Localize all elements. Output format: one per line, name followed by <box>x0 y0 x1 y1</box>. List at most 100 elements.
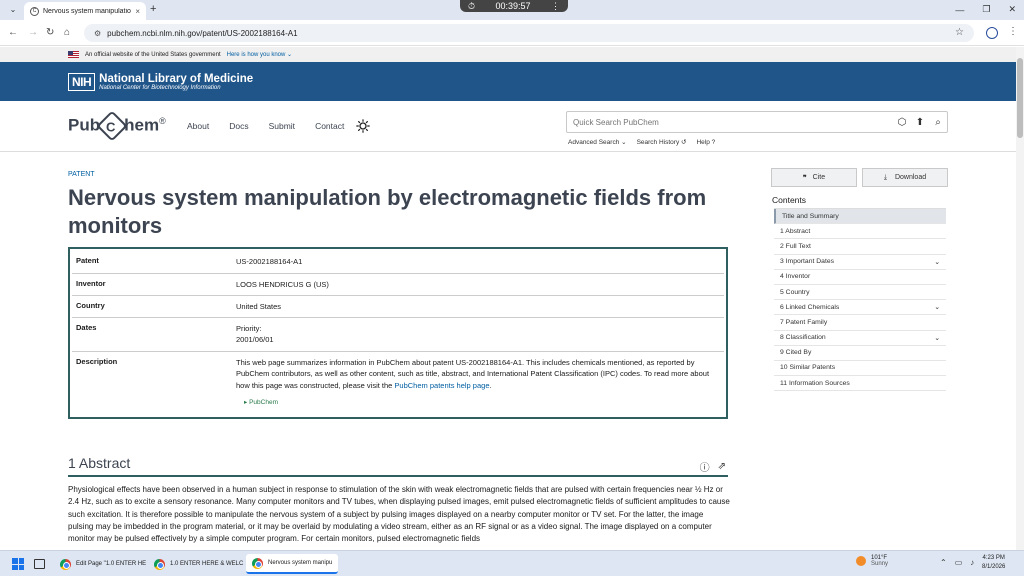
toc-inventor[interactable]: 4 Inventor <box>774 270 946 285</box>
url-bar[interactable]: ⚙ pubchem.ncbi.nlm.nih.gov/patent/US-200… <box>84 24 974 42</box>
browser-tab-bar: ⌄ C Nervous system manipulation b × + ⏱ … <box>0 0 1024 20</box>
search-history-link[interactable]: Search History ↺ <box>637 138 687 146</box>
page-title: Nervous system manipulation by electroma… <box>68 185 707 238</box>
us-flag-icon <box>68 51 79 58</box>
new-tab-button[interactable]: + <box>150 3 156 15</box>
toc-similar-patents[interactable]: 10 Similar Patents <box>774 361 946 377</box>
nlm-header: NIH National Library of Medicine Nationa… <box>0 62 1016 101</box>
weather-widget[interactable]: 101°F Sunny <box>856 555 888 567</box>
nav-about[interactable]: About <box>187 121 209 131</box>
row-key: Dates <box>76 322 97 332</box>
taskbar-chrome-window-1[interactable]: Edit Page "1.0 ENTER HE <box>54 554 152 574</box>
table-row: Dates Priority: 2001/06/01 <box>72 318 724 352</box>
site-info-icon[interactable]: ⚙ <box>94 29 101 38</box>
toc-country[interactable]: 5 Country <box>774 285 946 301</box>
help-circle-icon[interactable]: ⓘ <box>700 459 710 474</box>
timer-menu-icon[interactable]: ⋮ <box>551 1 560 12</box>
timer-value: 00:39:57 <box>495 1 531 11</box>
reload-icon[interactable]: ↻ <box>46 27 54 38</box>
upload-icon[interactable]: ⬆ <box>911 117 929 128</box>
bookmark-star-icon[interactable]: ☆ <box>955 27 964 38</box>
advanced-search-link[interactable]: Advanced Search ⌄ <box>568 138 627 146</box>
toc-full-text[interactable]: 2 Full Text <box>774 239 946 255</box>
structure-search-icon[interactable]: ⬡ <box>893 117 911 128</box>
chrome-icon <box>154 558 165 570</box>
chrome-icon <box>60 558 71 570</box>
toc-patent-family[interactable]: 7 Patent Family <box>774 315 946 331</box>
gov-banner-text: An official website of the United States… <box>85 51 221 58</box>
toc-information-sources[interactable]: 11 Information Sources <box>774 376 946 392</box>
taskbar-chrome-window-2[interactable]: 1.0 ENTER HERE & WELC <box>148 554 249 574</box>
pubchem-nav: About Docs Submit Contact <box>187 121 344 131</box>
chevron-down-icon[interactable]: ⌄ <box>934 258 940 266</box>
toc-classification[interactable]: 8 Classification ⌄ <box>774 331 946 346</box>
row-key: Country <box>76 300 105 310</box>
search-icon[interactable]: ⌕ <box>929 117 947 128</box>
pubchem-expand-toggle[interactable]: ▸ PubChem <box>244 397 724 409</box>
windows-start-icon[interactable] <box>12 558 24 570</box>
row-value: US-2002188164-A1 <box>236 257 303 266</box>
weather-desc: Sunny <box>871 561 889 567</box>
toc-important-dates[interactable]: 3 Important Dates ⌄ <box>774 255 946 270</box>
system-tray: ⌃ ▭ ♪ <box>940 558 974 567</box>
back-icon[interactable]: ← <box>8 27 18 38</box>
pubchem-logo[interactable]: Pub Chem® <box>68 110 166 142</box>
row-key: Patent <box>76 256 99 265</box>
nav-docs[interactable]: Docs <box>229 121 248 131</box>
forward-icon[interactable]: → <box>28 27 38 38</box>
minimize-icon[interactable]: — <box>955 5 964 15</box>
quick-search-input[interactable] <box>573 117 893 127</box>
download-icon: ⤓ <box>883 173 887 181</box>
task-view-icon[interactable] <box>34 559 45 569</box>
toc-title-and-summary[interactable]: Title and Summary <box>774 209 946 225</box>
nav-submit[interactable]: Submit <box>269 121 295 131</box>
theme-toggle-sun-icon[interactable] <box>356 119 370 133</box>
toc-abstract[interactable]: 1 Abstract <box>774 224 946 240</box>
help-link[interactable]: Help ? <box>696 139 715 146</box>
tab-close-icon[interactable]: × <box>135 7 140 16</box>
volume-icon[interactable]: ♪ <box>970 558 974 567</box>
abstract-text: Physiological effects have been observed… <box>68 485 730 544</box>
row-key: Description <box>76 356 118 366</box>
contents-title: Contents <box>772 195 807 205</box>
home-icon[interactable]: ⌂ <box>64 27 70 38</box>
download-button[interactable]: ⤓ Download <box>862 168 948 187</box>
window-controls: — ❐ ✕ <box>955 4 1016 15</box>
toc-cited-by[interactable]: 9 Cited By <box>774 346 946 361</box>
chevron-down-icon[interactable]: ⌄ <box>934 334 940 342</box>
table-row: Patent US-2002188164-A1 <box>72 251 724 274</box>
summary-table: Patent US-2002188164-A1 Inventor LOOS HE… <box>68 247 728 419</box>
url-text: pubchem.ncbi.nlm.nih.gov/patent/US-20021… <box>107 28 298 38</box>
external-link-icon[interactable]: ⇗ <box>718 461 726 472</box>
taskbar-chrome-window-3[interactable]: Nervous system manipu <box>246 554 339 574</box>
sun-weather-icon <box>856 556 866 566</box>
nav-contact[interactable]: Contact <box>315 121 344 131</box>
table-of-contents: Title and Summary 1 Abstract 2 Full Text… <box>774 208 946 392</box>
gov-how-you-know-link[interactable]: Here is how you know ⌄ <box>227 51 292 58</box>
tab-search-icon[interactable]: ⌄ <box>6 4 20 16</box>
nih-logo[interactable]: NIH <box>68 72 96 91</box>
pubchem-favicon-icon: C <box>30 6 39 16</box>
nlm-subtitle: National Center for Biotechnology Inform… <box>99 84 221 91</box>
row-value: Priority: 2001/06/01 <box>236 323 274 345</box>
restore-icon[interactable]: ❐ <box>982 4 990 15</box>
taskbar-clock[interactable]: 4:23 PM 8/1/2026 <box>982 554 1005 572</box>
nlm-title: National Library of Medicine <box>99 72 254 85</box>
profile-icon[interactable] <box>986 27 998 39</box>
browser-tab-active[interactable]: C Nervous system manipulation b × <box>24 2 146 20</box>
network-icon[interactable]: ▭ <box>955 558 963 567</box>
cite-button[interactable]: ❞ Cite <box>771 168 857 187</box>
nlm-title-block[interactable]: National Library of Medicine National Ce… <box>99 73 253 91</box>
chevron-up-icon[interactable]: ⌃ <box>940 558 947 567</box>
scrollbar-thumb[interactable] <box>1017 58 1023 138</box>
recording-timer: ⏱ 00:39:57 ⋮ <box>460 0 568 12</box>
patents-help-link[interactable]: PubChem patents help page <box>394 381 489 390</box>
quick-search-box: ⬡ ⬆ ⌕ <box>566 111 948 133</box>
abstract-heading: 1 Abstract ⓘ ⇗ <box>68 455 728 477</box>
toc-linked-chemicals[interactable]: 6 Linked Chemicals ⌄ <box>774 300 946 316</box>
browser-menu-icon[interactable]: ⋮ <box>1008 26 1018 37</box>
close-window-icon[interactable]: ✕ <box>1008 4 1016 15</box>
tab-title: Nervous system manipulation b <box>43 7 132 15</box>
address-bar-row: ← → ↻ ⌂ ⚙ pubchem.ncbi.nlm.nih.gov/paten… <box>0 20 1024 46</box>
chevron-down-icon[interactable]: ⌄ <box>934 303 940 311</box>
